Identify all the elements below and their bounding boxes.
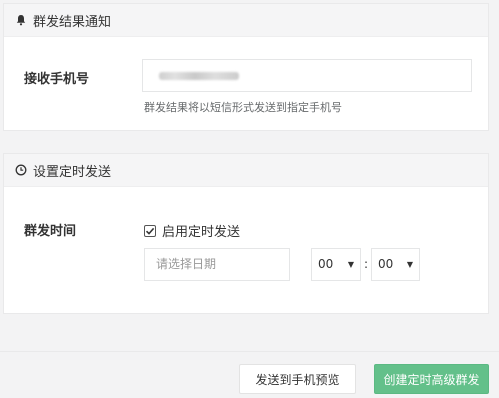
- date-input[interactable]: 请选择日期: [144, 248, 290, 281]
- clock-icon: [14, 163, 28, 177]
- timer-panel: 设置定时发送 群发时间 启用定时发送 请选择日期 00 ▼ : 00 ▼: [3, 153, 489, 314]
- minute-value: 00: [378, 257, 394, 271]
- check-icon: [145, 227, 155, 235]
- phone-label: 接收手机号: [24, 72, 90, 87]
- enable-timer-checkbox-row[interactable]: 启用定时发送: [144, 221, 240, 240]
- send-time-label: 群发时间: [24, 224, 77, 239]
- bell-icon: [14, 13, 28, 27]
- timer-panel-header: 设置定时发送: [4, 154, 488, 187]
- hour-caret-icon: ▼: [347, 260, 354, 269]
- phone-help-text: 群发结果将以短信形式发送到指定手机号: [144, 101, 342, 114]
- phone-number-redacted: [159, 72, 239, 80]
- preview-button[interactable]: 发送到手机预览: [239, 364, 356, 394]
- timer-panel-title: 设置定时发送: [33, 164, 112, 180]
- page: 群发结果通知 接收手机号 群发结果将以短信形式发送到指定手机号 设置定时发送 群…: [0, 0, 499, 398]
- hour-select[interactable]: 00 ▼: [311, 248, 361, 281]
- hour-value: 00: [318, 257, 334, 271]
- minute-select[interactable]: 00 ▼: [371, 248, 420, 281]
- footer-bar: 发送到手机预览 创建定时高级群发: [0, 351, 499, 398]
- time-separator: :: [364, 257, 369, 271]
- create-scheduled-broadcast-button[interactable]: 创建定时高级群发: [374, 364, 489, 394]
- enable-timer-checkbox[interactable]: [144, 224, 156, 237]
- notify-panel-header: 群发结果通知: [4, 4, 488, 37]
- notify-panel: 群发结果通知 接收手机号 群发结果将以短信形式发送到指定手机号: [3, 3, 489, 131]
- notify-panel-title: 群发结果通知: [33, 14, 112, 30]
- phone-input[interactable]: [142, 59, 472, 92]
- enable-timer-label: 启用定时发送: [162, 225, 241, 240]
- minute-caret-icon: ▼: [406, 260, 413, 269]
